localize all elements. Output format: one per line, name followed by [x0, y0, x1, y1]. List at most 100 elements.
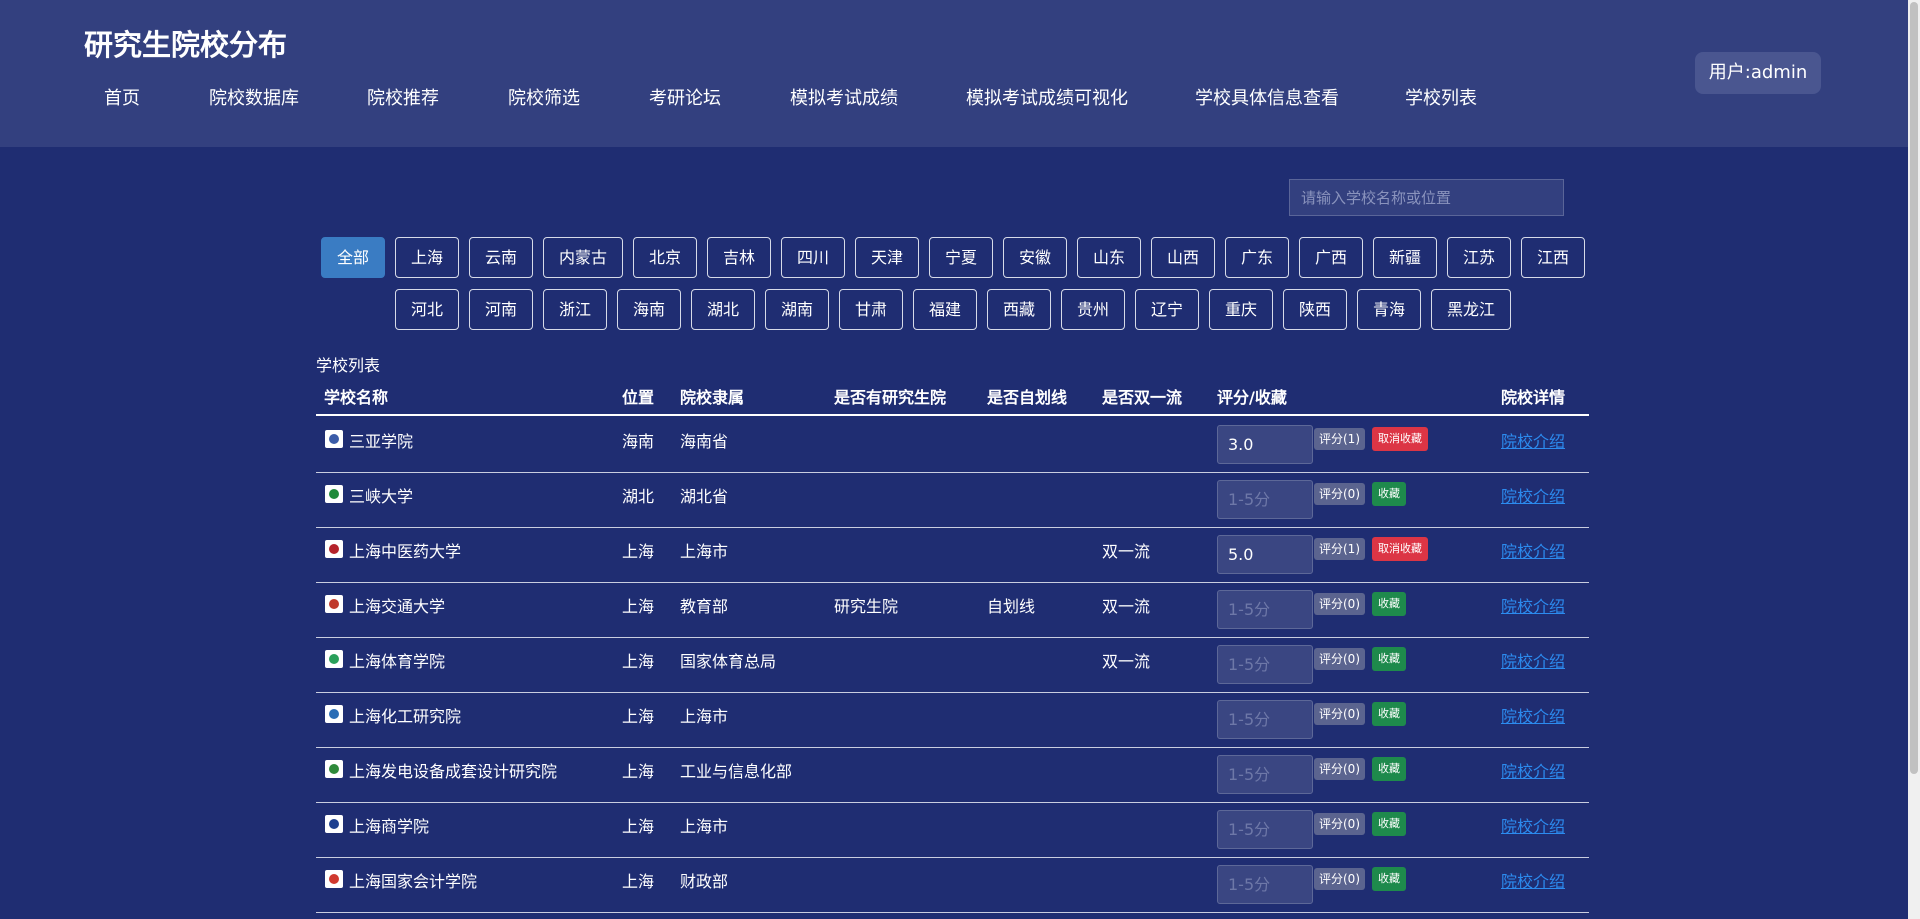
- school-affiliation: 湖北省: [680, 487, 729, 506]
- region-btn[interactable]: 江苏: [1447, 237, 1511, 278]
- header-self-line: 是否自划线: [987, 388, 1068, 407]
- nav-recommend[interactable]: 院校推荐: [367, 84, 439, 110]
- region-btn[interactable]: 北京: [633, 237, 697, 278]
- site-title: 研究生院校分布: [84, 28, 288, 62]
- school-location: 湖北: [622, 487, 655, 506]
- school-self-line: 自划线: [987, 597, 1036, 616]
- school-detail-link[interactable]: 院校介绍: [1501, 648, 1565, 672]
- rate-button[interactable]: 评分(0): [1314, 593, 1365, 615]
- region-btn[interactable]: 湖南: [765, 289, 829, 330]
- score-input[interactable]: [1217, 755, 1313, 794]
- region-btn[interactable]: 辽宁: [1135, 289, 1199, 330]
- school-logo-icon: [325, 430, 343, 448]
- region-btn[interactable]: 四川: [781, 237, 845, 278]
- header-location: 位置: [622, 388, 655, 407]
- nav-filter[interactable]: 院校筛选: [508, 84, 580, 110]
- region-btn[interactable]: 河北: [395, 289, 459, 330]
- region-btn[interactable]: 吉林: [707, 237, 771, 278]
- search-input[interactable]: [1289, 179, 1564, 216]
- score-input[interactable]: [1217, 590, 1313, 629]
- region-btn-all[interactable]: 全部: [321, 237, 385, 278]
- region-btn[interactable]: 山东: [1077, 237, 1141, 278]
- school-detail-link[interactable]: 院校介绍: [1501, 428, 1565, 452]
- rate-button[interactable]: 评分(0): [1314, 648, 1365, 670]
- rate-button[interactable]: 评分(1): [1314, 428, 1365, 450]
- school-name: 上海国家会计学院: [349, 872, 478, 891]
- region-btn[interactable]: 福建: [913, 289, 977, 330]
- score-input[interactable]: [1217, 810, 1313, 849]
- school-detail-link[interactable]: 院校介绍: [1501, 593, 1565, 617]
- rate-button[interactable]: 评分(0): [1314, 758, 1365, 780]
- nav-school-list[interactable]: 学校列表: [1405, 84, 1477, 110]
- region-btn[interactable]: 安徽: [1003, 237, 1067, 278]
- collect-button[interactable]: 收藏: [1372, 757, 1406, 781]
- region-btn[interactable]: 宁夏: [929, 237, 993, 278]
- region-btn[interactable]: 天津: [855, 237, 919, 278]
- rate-button[interactable]: 评分(0): [1314, 703, 1365, 725]
- school-logo-icon: [325, 760, 343, 778]
- region-btn[interactable]: 海南: [617, 289, 681, 330]
- collect-button[interactable]: 收藏: [1372, 867, 1406, 891]
- school-detail-link[interactable]: 院校介绍: [1501, 868, 1565, 892]
- region-btn[interactable]: 山西: [1151, 237, 1215, 278]
- school-detail-link[interactable]: 院校介绍: [1501, 703, 1565, 727]
- school-location: 海南: [622, 432, 655, 451]
- region-btn[interactable]: 广西: [1299, 237, 1363, 278]
- region-btn[interactable]: 甘肃: [839, 289, 903, 330]
- uncollect-button[interactable]: 取消收藏: [1372, 427, 1428, 451]
- school-detail-link[interactable]: 院校介绍: [1501, 758, 1565, 782]
- nav-forum[interactable]: 考研论坛: [649, 84, 721, 110]
- nav-mock-scores[interactable]: 模拟考试成绩: [790, 84, 898, 110]
- collect-button[interactable]: 收藏: [1372, 812, 1406, 836]
- table-row: 三亚学院 海南 海南省 评分(1) 取消收藏 院校介绍: [316, 417, 1589, 473]
- score-input[interactable]: [1217, 645, 1313, 684]
- region-btn[interactable]: 重庆: [1209, 289, 1273, 330]
- header-school-name: 学校名称: [324, 388, 389, 407]
- score-input[interactable]: [1217, 700, 1313, 739]
- region-btn[interactable]: 浙江: [543, 289, 607, 330]
- rate-button[interactable]: 评分(0): [1314, 483, 1365, 505]
- school-location: 上海: [622, 652, 655, 671]
- region-btn[interactable]: 黑龙江: [1431, 289, 1511, 330]
- nav-home[interactable]: 首页: [104, 84, 140, 110]
- user-badge[interactable]: 用户:admin: [1695, 52, 1821, 94]
- region-btn[interactable]: 江西: [1521, 237, 1585, 278]
- school-detail-link[interactable]: 院校介绍: [1501, 483, 1565, 507]
- rate-button[interactable]: 评分(1): [1314, 538, 1365, 560]
- school-detail-link[interactable]: 院校介绍: [1501, 538, 1565, 562]
- scrollbar-thumb[interactable]: [1910, 2, 1918, 774]
- header-double-first: 是否双一流: [1102, 388, 1183, 407]
- region-btn[interactable]: 内蒙古: [543, 237, 623, 278]
- nav-school-detail[interactable]: 学校具体信息查看: [1195, 84, 1339, 110]
- collect-button[interactable]: 收藏: [1372, 647, 1406, 671]
- region-btn[interactable]: 上海: [395, 237, 459, 278]
- school-location: 上海: [622, 707, 655, 726]
- collect-button[interactable]: 收藏: [1372, 482, 1406, 506]
- collect-button[interactable]: 收藏: [1372, 592, 1406, 616]
- region-btn[interactable]: 广东: [1225, 237, 1289, 278]
- school-logo-icon: [325, 705, 343, 723]
- score-input[interactable]: [1217, 480, 1313, 519]
- nav-mock-scores-visual[interactable]: 模拟考试成绩可视化: [966, 84, 1128, 110]
- score-input[interactable]: [1217, 425, 1313, 464]
- region-btn[interactable]: 西藏: [987, 289, 1051, 330]
- school-location: 上海: [622, 872, 655, 891]
- uncollect-button[interactable]: 取消收藏: [1372, 537, 1428, 561]
- rate-button[interactable]: 评分(0): [1314, 813, 1365, 835]
- region-btn[interactable]: 湖北: [691, 289, 755, 330]
- region-btn[interactable]: 河南: [469, 289, 533, 330]
- region-btn[interactable]: 陕西: [1283, 289, 1347, 330]
- school-double-first: 双一流: [1102, 542, 1151, 561]
- collect-button[interactable]: 收藏: [1372, 702, 1406, 726]
- nav-database[interactable]: 院校数据库: [209, 84, 299, 110]
- region-btn[interactable]: 贵州: [1061, 289, 1125, 330]
- region-btn[interactable]: 青海: [1357, 289, 1421, 330]
- score-input[interactable]: [1217, 535, 1313, 574]
- school-logo-icon: [325, 815, 343, 833]
- score-input[interactable]: [1217, 865, 1313, 904]
- region-btn[interactable]: 云南: [469, 237, 533, 278]
- region-btn[interactable]: 新疆: [1373, 237, 1437, 278]
- school-detail-link[interactable]: 院校介绍: [1501, 813, 1565, 837]
- school-name: 上海发电设备成套设计研究院: [349, 762, 558, 781]
- rate-button[interactable]: 评分(0): [1314, 868, 1365, 890]
